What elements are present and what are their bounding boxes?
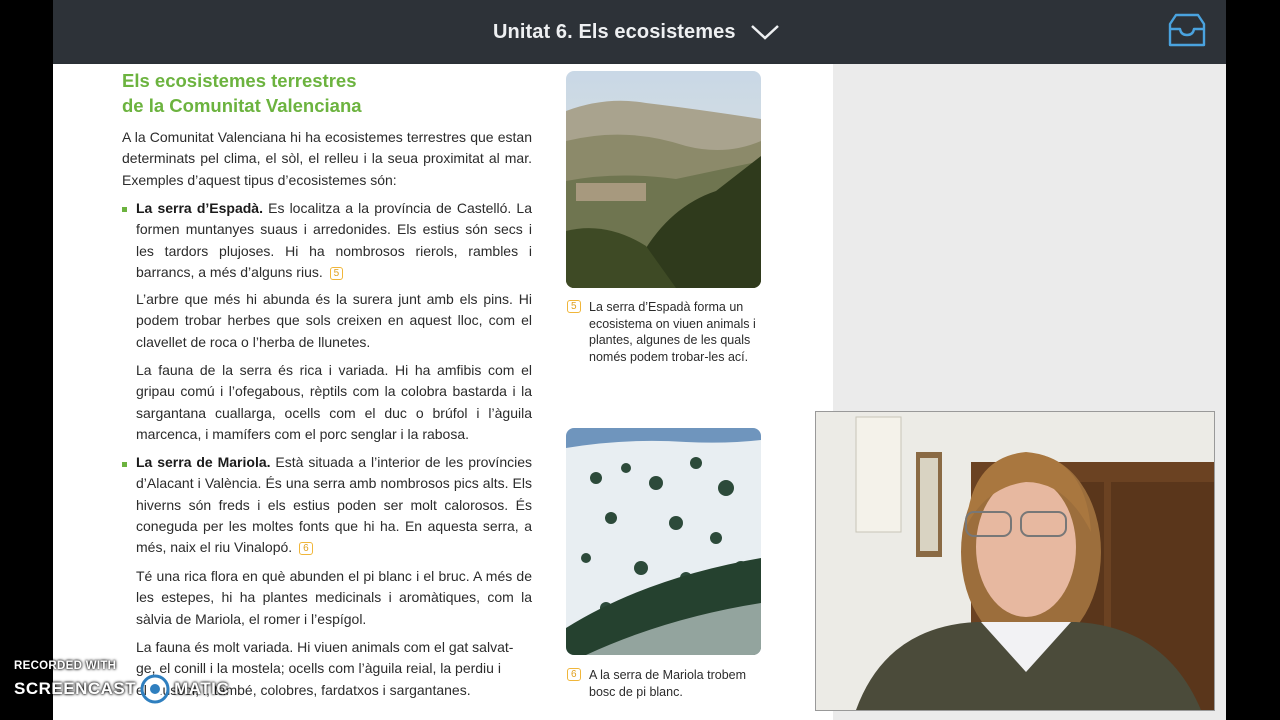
espada-photo — [566, 71, 761, 288]
intro-paragraph: A la Comunitat Valenciana hi ha ecosiste… — [122, 129, 532, 188]
inbox-tray-icon[interactable] — [1166, 12, 1208, 50]
heading-line-2: de la Comunitat Valenciana — [122, 95, 362, 116]
espada-flora: L’arbre que més hi abunda és la surera j… — [136, 291, 532, 350]
chevron-down-icon — [750, 25, 779, 40]
heading-line-1: Els ecosistemes terrestres — [122, 70, 357, 91]
bullet-mariola — [122, 462, 127, 467]
mariola-flora: Té una rica flora en què abunden el pi b… — [136, 568, 532, 627]
watermark-matic: MATIC — [174, 679, 230, 698]
top-bar: Unitat 6. Els ecosistemes — [53, 0, 1226, 64]
caption-5-ref: 5 — [567, 300, 581, 313]
caption-5: 5 La serra d’Espadà forma un ecosistema … — [567, 299, 761, 365]
record-logo-icon — [140, 674, 170, 704]
figure-ref-6[interactable]: 6 — [299, 542, 313, 556]
caption-5-text: La serra d’Espadà forma un ecosistema on… — [589, 300, 756, 364]
caption-6-ref: 6 — [567, 668, 581, 681]
mariola-photo — [566, 428, 761, 655]
figure-ref-5[interactable]: 5 — [329, 266, 344, 280]
webcam-overlay — [815, 411, 1215, 711]
mariola-name: La serra de Mariola. — [136, 454, 271, 470]
book-page: Els ecosistemes terrestres de la Comunit… — [53, 64, 833, 720]
screencast-watermark: RECORDED WITH SCREENCAST MATIC — [14, 660, 229, 704]
espada-fauna: La fauna de la serra és rica i variada. … — [136, 362, 532, 442]
watermark-line-1: RECORDED WITH — [14, 660, 117, 672]
mariola-paragraph: La serra de Mariola. Està situada a l’in… — [136, 452, 532, 558]
caption-6: 6 A la serra de Mariola trobem bosc de p… — [567, 667, 761, 700]
bullet-espada — [122, 207, 127, 212]
unit-title-menu[interactable]: Unitat 6. Els ecosistemes — [493, 14, 780, 50]
watermark-line-2: SCREENCAST MATIC — [14, 674, 229, 704]
caption-6-text: A la serra de Mariola trobem bosc de pi … — [589, 668, 747, 699]
page-heading: Els ecosistemes terrestres de la Comunit… — [122, 68, 362, 118]
espada-paragraph: La serra d’Espadà. Es localitza a la pro… — [136, 198, 532, 283]
mariola-fauna-line-1: La fauna és molt variada. Hi viuen anima… — [136, 639, 514, 655]
unit-title: Unitat 6. Els ecosistemes — [493, 20, 736, 43]
espada-name: La serra d’Espadà. — [136, 200, 263, 216]
watermark-screencast: SCREENCAST — [14, 679, 137, 698]
